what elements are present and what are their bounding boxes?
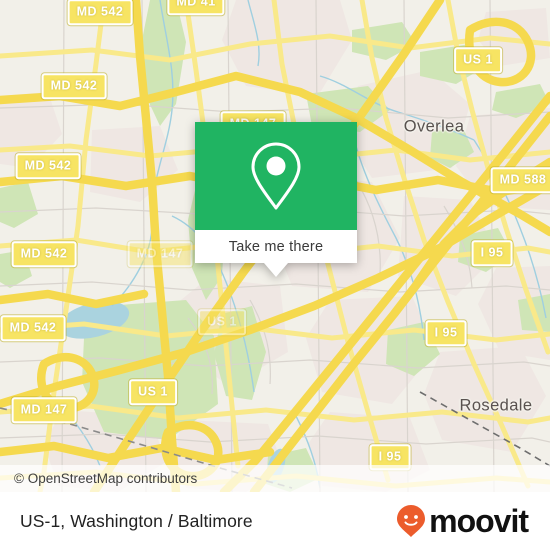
location-callout[interactable]: Take me there (195, 122, 357, 277)
road-shield-md-542[interactable]: MD 542 (11, 241, 77, 267)
road-shield-md-542[interactable]: MD 542 (0, 315, 66, 341)
road-shield-us-1[interactable]: US 1 (129, 379, 177, 405)
road-shield-md-147[interactable]: MD 147 (127, 241, 193, 267)
road-shield-md-588[interactable]: MD 588 (490, 167, 550, 193)
moovit-wordmark: moovit (429, 503, 529, 539)
callout-action-bar[interactable]: Take me there (195, 230, 357, 263)
location-title: US-1, Washington / Baltimore (20, 510, 253, 531)
road-shield-i-95[interactable]: I 95 (471, 240, 513, 266)
map-canvas[interactable]: MD 542 MD 41 US 1 MD 542 MD 147 MD 588 M… (0, 0, 550, 492)
road-shield-us-1[interactable]: US 1 (454, 47, 502, 73)
callout-icon-area (195, 122, 357, 230)
callout-pointer (264, 263, 288, 277)
road-shield-md-542[interactable]: MD 542 (15, 153, 81, 179)
bottom-bar: US-1, Washington / Baltimore moovit (0, 492, 550, 550)
map-screen: MD 542 MD 41 US 1 MD 542 MD 147 MD 588 M… (0, 0, 550, 550)
attribution-text[interactable]: © OpenStreetMap contributors (0, 471, 197, 486)
take-me-there-label: Take me there (228, 238, 324, 255)
road-shield-md-41[interactable]: MD 41 (167, 0, 225, 15)
moovit-pin-icon (397, 505, 426, 537)
moovit-logo[interactable]: moovit (396, 503, 529, 539)
road-shield-us-1[interactable]: US 1 (198, 309, 246, 335)
road-shield-md-542[interactable]: MD 542 (41, 73, 107, 99)
place-label-overlea: Overlea (403, 117, 465, 136)
road-shield-md-542[interactable]: MD 542 (67, 0, 133, 25)
road-shield-i-95[interactable]: I 95 (425, 320, 467, 346)
road-shield-md-147[interactable]: MD 147 (11, 397, 77, 423)
map-pin-icon (251, 142, 301, 210)
place-label-rosedale: Rosedale (459, 396, 533, 415)
map-attribution-bar: © OpenStreetMap contributors (0, 465, 550, 492)
